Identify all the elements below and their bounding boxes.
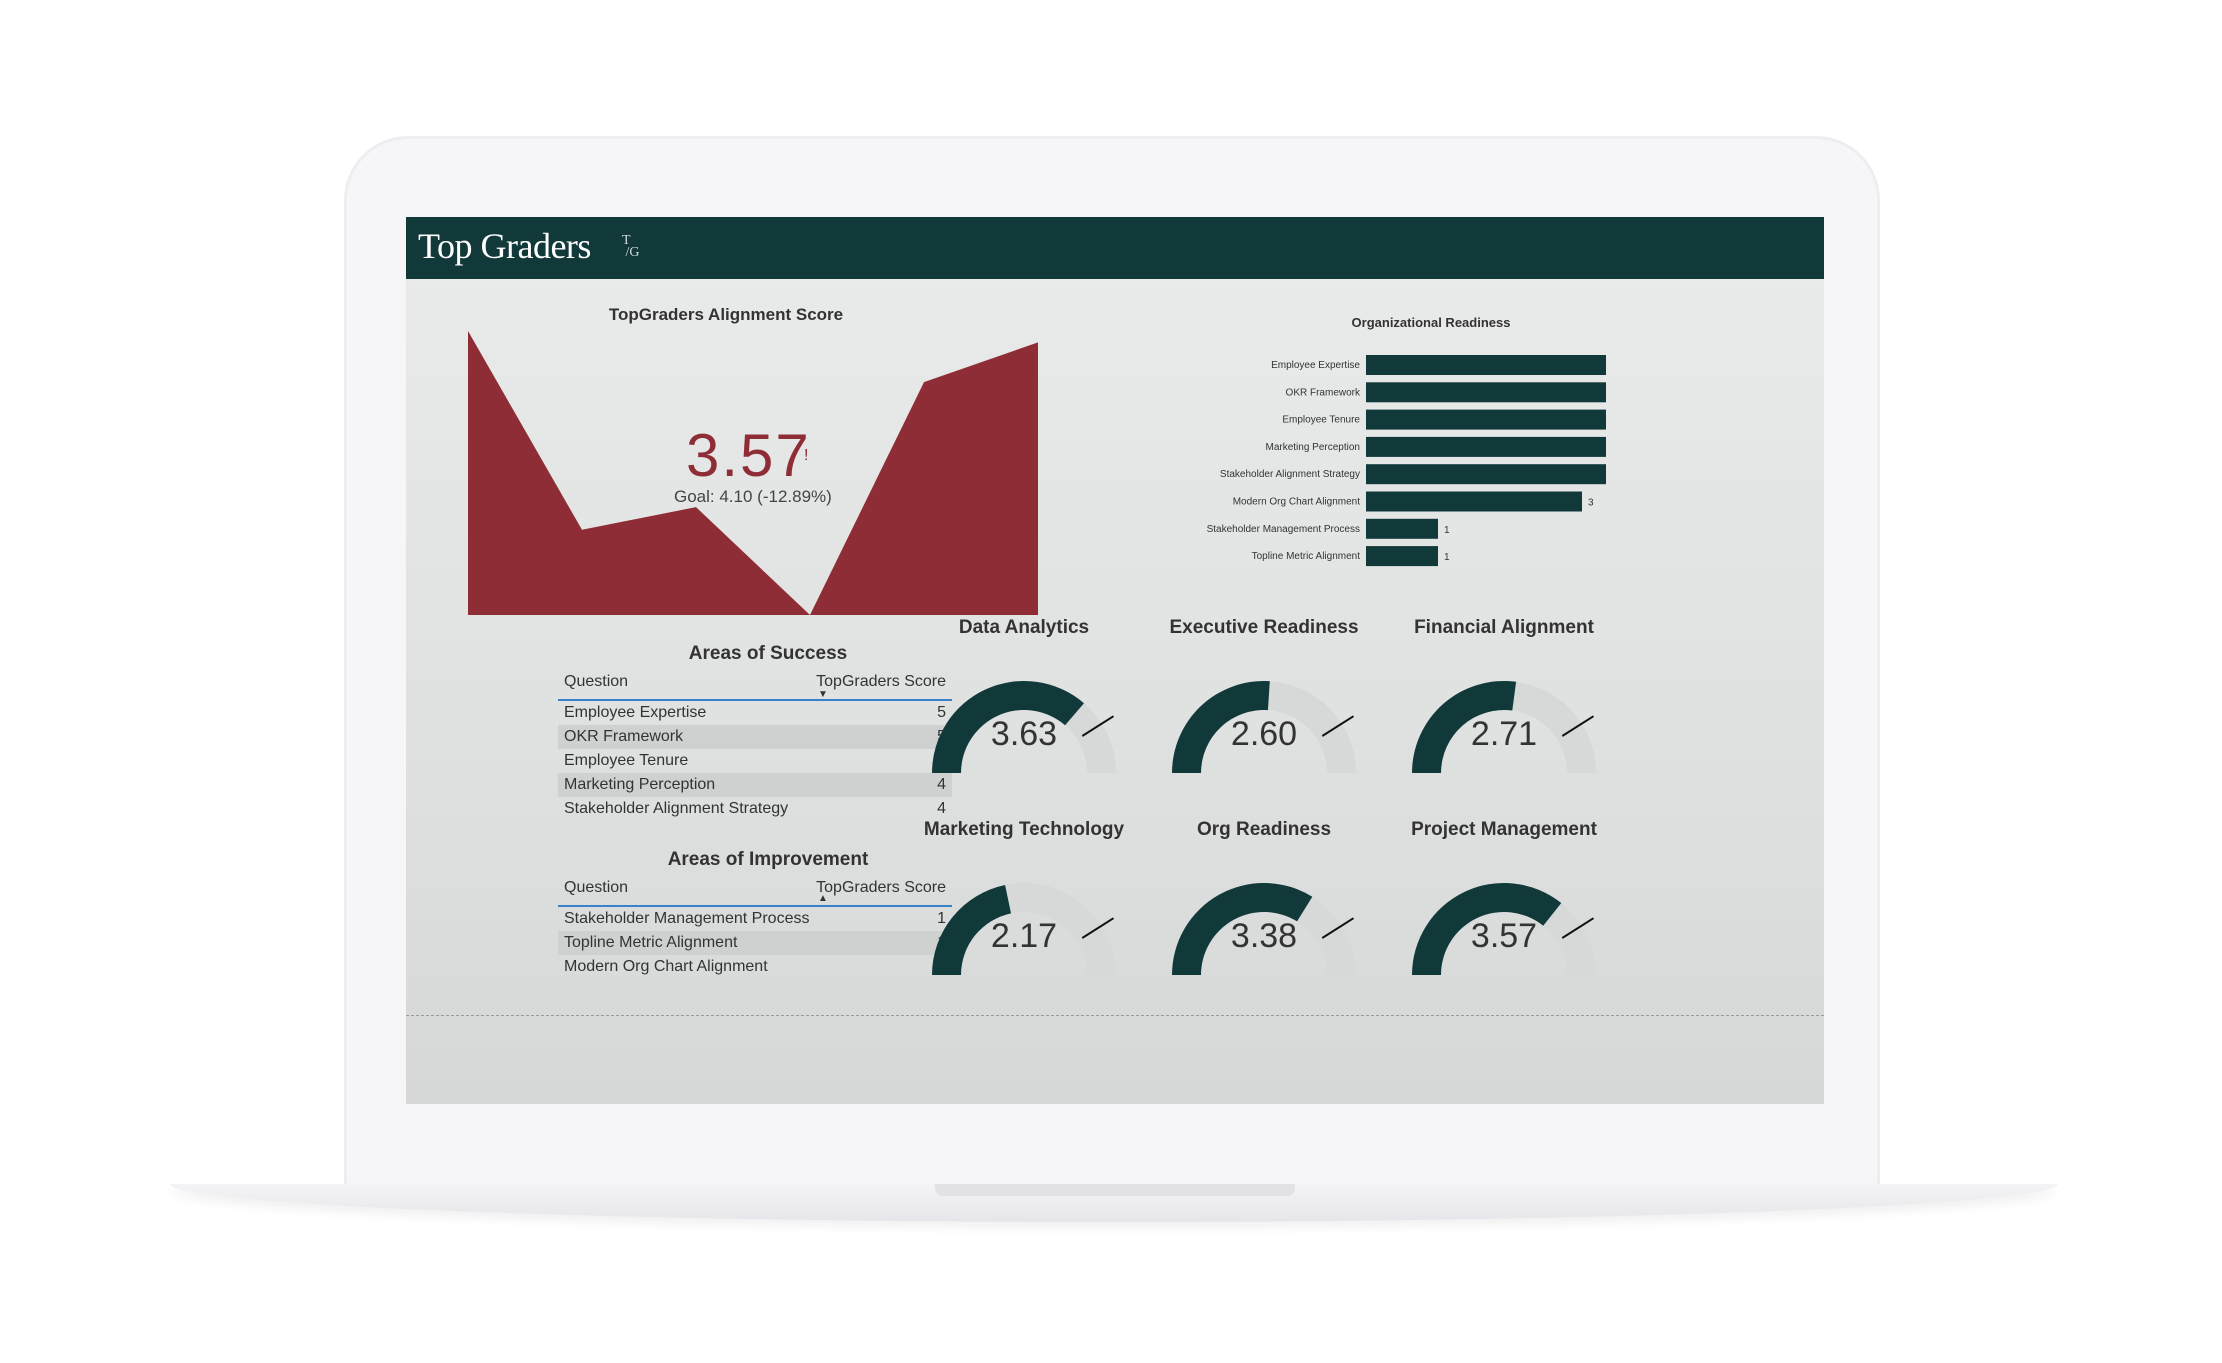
bar-label: Topline Metric Alignment xyxy=(1252,551,1361,562)
bar-label: Stakeholder Alignment Strategy xyxy=(1220,469,1360,480)
laptop-notch xyxy=(935,1184,1295,1196)
gauge-title: Financial Alignment xyxy=(1414,617,1594,638)
cell-score: 4 xyxy=(937,800,946,817)
dashboard-screen: Top Graders T /G TopGraders Alignment Sc… xyxy=(406,217,1824,1104)
cell-score: 4 xyxy=(937,776,946,793)
gauge-value: 3.63 xyxy=(990,715,1058,753)
cell-question: Employee Tenure xyxy=(564,752,689,769)
success-title: Areas of Success xyxy=(688,643,848,664)
cell-question: Stakeholder Alignment Strategy xyxy=(564,800,789,817)
bar-label: Stakeholder Management Process xyxy=(1207,524,1360,535)
table-row[interactable]: OKR Framework5 xyxy=(558,725,952,749)
gauge-title: Data Analytics xyxy=(958,617,1090,638)
gauge-title: Org Readiness xyxy=(1196,819,1332,840)
bar-label: Employee Expertise xyxy=(1271,360,1360,371)
improvement-title: Areas of Improvement xyxy=(667,849,869,870)
bar-3[interactable] xyxy=(1366,409,1606,430)
gauge-value: 2.17 xyxy=(990,917,1058,955)
readiness-bar-chart[interactable]: Employee Expertise5OKR Framework5Employe… xyxy=(1186,347,1606,567)
gauge-title: Marketing Technology xyxy=(923,819,1125,840)
cell-question: Topline Metric Alignment xyxy=(564,934,738,951)
table-row[interactable]: Topline Metric Alignment1 xyxy=(558,931,952,955)
table-row[interactable]: Employee Tenure4 xyxy=(558,749,952,773)
table-header: Question TopGraders Score ▼ xyxy=(558,669,952,701)
cell-question: Marketing Perception xyxy=(564,776,716,793)
bar-7[interactable] xyxy=(1366,518,1438,539)
sort-desc-icon[interactable]: ▼ xyxy=(818,689,828,700)
table-row[interactable]: Stakeholder Alignment Strategy 4 xyxy=(558,797,952,821)
header-bar: Top Graders T /G xyxy=(406,217,1824,279)
gauge-title: Executive Readiness xyxy=(1169,617,1359,638)
bar-label: Marketing Perception xyxy=(1266,442,1361,453)
gauge-value: 2.60 xyxy=(1230,715,1298,753)
bar-1[interactable] xyxy=(1366,355,1606,375)
table-header: Question TopGraders Score ▲ xyxy=(558,875,952,907)
alignment-goal: Goal: 4.10 (-12.89%) xyxy=(674,487,832,506)
bar-label: Modern Org Chart Alignment xyxy=(1233,497,1361,508)
readiness-title: Organizational Readiness xyxy=(1351,315,1511,330)
bar-8[interactable] xyxy=(1366,546,1438,567)
col-question[interactable]: Question xyxy=(564,673,628,691)
table-row[interactable]: Marketing Perception 4 xyxy=(558,773,952,797)
bar-value-label: 1 xyxy=(1444,525,1450,536)
cell-question: OKR Framework xyxy=(564,728,684,745)
bar-5[interactable] xyxy=(1366,464,1606,485)
bar-6[interactable] xyxy=(1366,491,1582,512)
cell-question: Modern Org Chart Alignment xyxy=(564,958,768,975)
gauge-value: 2.71 xyxy=(1470,715,1538,753)
success-table[interactable]: Question TopGraders Score ▼ Employee Exp… xyxy=(558,669,952,821)
improvement-table[interactable]: Question TopGraders Score ▲ Stakeholder … xyxy=(558,875,952,979)
table-row[interactable]: Modern Org Chart Alignment3 xyxy=(558,955,952,979)
alert-icon[interactable]: ! xyxy=(804,447,808,465)
bar-label: OKR Framework xyxy=(1286,387,1361,398)
brand-logo: Top Graders xyxy=(418,226,591,266)
gauge-value: 3.57 xyxy=(1470,917,1538,955)
alignment-title: TopGraders Alignment Score xyxy=(608,305,844,324)
sort-asc-icon[interactable]: ▲ xyxy=(818,893,828,904)
divider xyxy=(406,1015,1824,1016)
alignment-score-value: 3.57 xyxy=(686,422,811,489)
col-question[interactable]: Question xyxy=(564,879,628,897)
bar-value-label: 1 xyxy=(1444,552,1450,563)
gauge-title: Project Management xyxy=(1411,819,1597,840)
bar-value-label: 3 xyxy=(1588,498,1594,509)
gauge-value: 3.38 xyxy=(1230,917,1298,955)
brand-monogram: T /G xyxy=(622,233,640,260)
bar-4[interactable] xyxy=(1366,436,1606,457)
cell-question: Stakeholder Management Process xyxy=(564,910,810,927)
table-row[interactable]: Employee Expertise 5 xyxy=(558,701,952,725)
table-row[interactable]: Stakeholder Management Process 1 xyxy=(558,907,952,931)
cell-question: Employee Expertise xyxy=(564,704,707,721)
bar-label: Employee Tenure xyxy=(1282,415,1360,426)
bar-2[interactable] xyxy=(1366,382,1606,403)
